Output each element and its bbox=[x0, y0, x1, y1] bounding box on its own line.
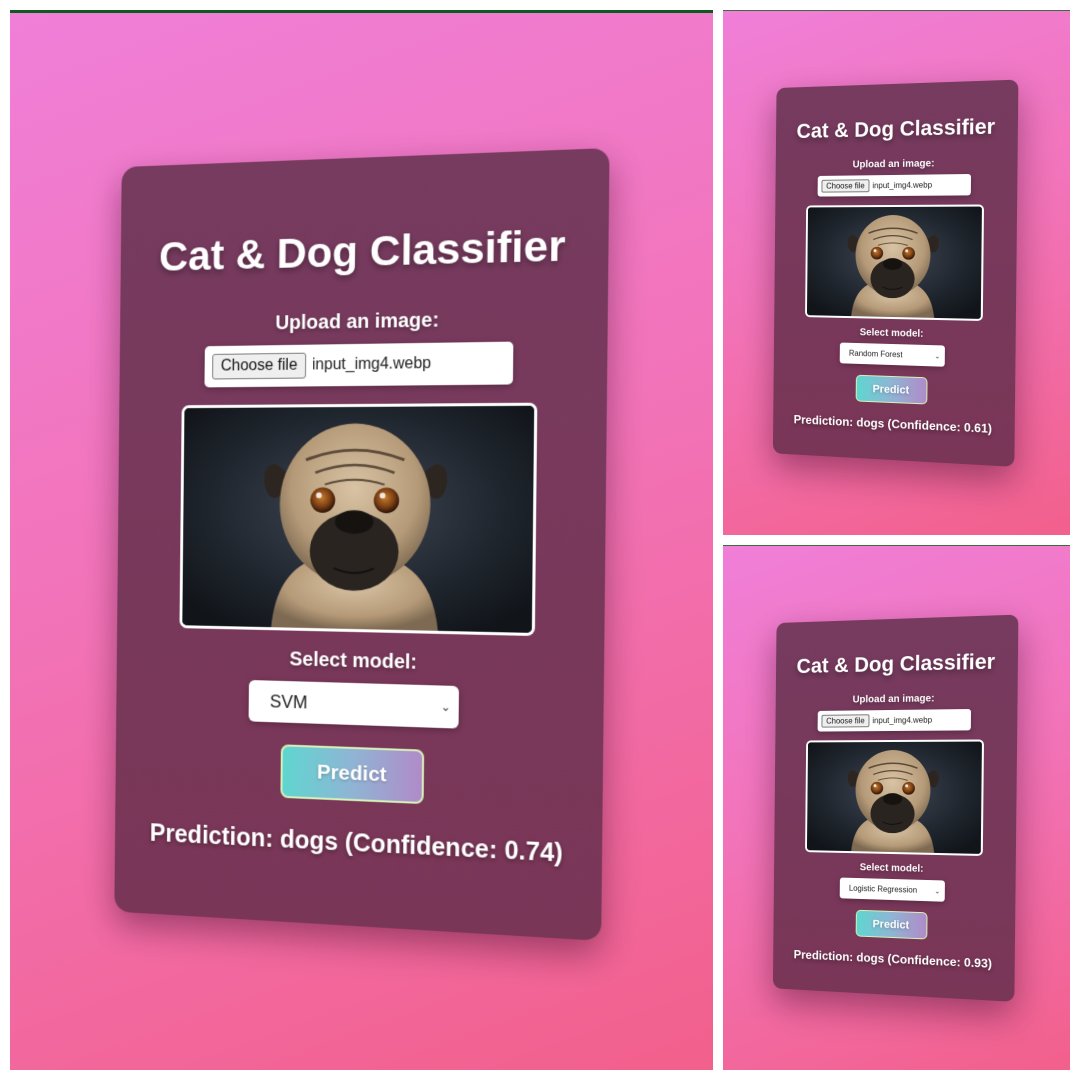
prediction-result: Prediction: dogs (Confidence: 0.61) bbox=[793, 412, 993, 436]
browser-top-bar bbox=[10, 10, 713, 13]
model-label: Select model: bbox=[859, 862, 924, 875]
model-select-value: Random Forest bbox=[848, 348, 903, 360]
image-preview bbox=[804, 204, 984, 321]
choose-file-button[interactable]: Choose file bbox=[821, 714, 870, 728]
model-label: Select model: bbox=[859, 327, 924, 340]
screenshot-panel-svm: Cat & Dog Classifier Upload an image: Ch… bbox=[10, 10, 713, 1070]
predict-button[interactable]: Predict bbox=[855, 374, 928, 405]
model-select[interactable]: Logistic Regression ⌄ bbox=[839, 877, 945, 902]
classifier-card: Cat & Dog Classifier Upload an image: Ch… bbox=[114, 147, 610, 941]
selected-file-name: input_img4.webp bbox=[311, 354, 432, 374]
pug-photo-icon bbox=[182, 405, 535, 633]
app-title: Cat & Dog Classifier bbox=[796, 650, 996, 679]
choose-file-button[interactable]: Choose file bbox=[821, 179, 870, 193]
model-select-value: Logistic Regression bbox=[848, 883, 918, 895]
chevron-down-icon: ⌄ bbox=[934, 352, 941, 361]
model-select[interactable]: Random Forest ⌄ bbox=[839, 342, 945, 367]
upload-label: Upload an image: bbox=[852, 693, 935, 706]
app-title: Cat & Dog Classifier bbox=[796, 115, 996, 144]
image-preview bbox=[804, 739, 984, 856]
app-title: Cat & Dog Classifier bbox=[158, 221, 566, 281]
model-select[interactable]: SVM ⌄ bbox=[248, 679, 459, 729]
classifier-card: Cat & Dog Classifier Upload an image: Ch… bbox=[772, 79, 1019, 467]
model-select-value: SVM bbox=[269, 690, 308, 712]
file-input[interactable]: Choose file input_img4.webp bbox=[204, 341, 514, 388]
browser-top-bar bbox=[723, 10, 1070, 11]
prediction-result: Prediction: dogs (Confidence: 0.93) bbox=[793, 947, 993, 971]
classifier-card: Cat & Dog Classifier Upload an image: Ch… bbox=[772, 614, 1019, 1002]
model-label: Select model: bbox=[289, 648, 418, 674]
file-input[interactable]: Choose file input_img4.webp bbox=[817, 173, 972, 197]
file-input[interactable]: Choose file input_img4.webp bbox=[817, 708, 972, 732]
predict-button[interactable]: Predict bbox=[280, 744, 425, 805]
browser-top-bar bbox=[723, 545, 1070, 546]
pug-photo-icon bbox=[806, 741, 982, 854]
screenshot-panel-random-forest: Cat & Dog Classifier Upload an image: Ch… bbox=[723, 10, 1070, 535]
image-preview bbox=[179, 402, 538, 637]
chevron-down-icon: ⌄ bbox=[440, 699, 451, 715]
chevron-down-icon: ⌄ bbox=[934, 887, 941, 896]
pug-photo-icon bbox=[806, 206, 982, 319]
selected-file-name: input_img4.webp bbox=[872, 180, 933, 191]
selected-file-name: input_img4.webp bbox=[872, 715, 933, 726]
choose-file-button[interactable]: Choose file bbox=[212, 352, 307, 380]
upload-label: Upload an image: bbox=[852, 158, 935, 171]
predict-button[interactable]: Predict bbox=[855, 909, 928, 940]
screenshot-panel-logistic-regression: Cat & Dog Classifier Upload an image: Ch… bbox=[723, 545, 1070, 1070]
upload-label: Upload an image: bbox=[275, 309, 440, 335]
prediction-result: Prediction: dogs (Confidence: 0.74) bbox=[149, 819, 564, 868]
